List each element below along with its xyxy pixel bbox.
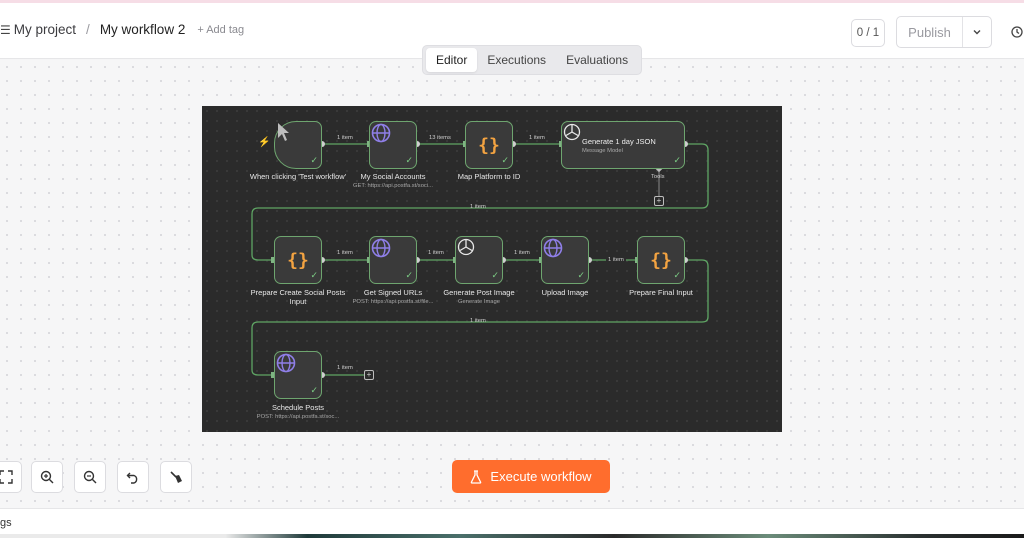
edge-label: 1 item bbox=[428, 250, 444, 256]
node-signed-urls[interactable]: ✓ bbox=[369, 236, 417, 284]
node-generate-json[interactable]: Generate 1 day JSON Message Model ✓ bbox=[561, 121, 685, 169]
publish-button[interactable]: Publish bbox=[897, 17, 963, 47]
code-braces-icon: {} bbox=[650, 249, 672, 271]
globe-icon bbox=[371, 238, 391, 258]
node-map-platform[interactable]: {} ✓ bbox=[465, 121, 513, 169]
code-braces-icon: {} bbox=[478, 134, 500, 156]
check-icon: ✓ bbox=[501, 155, 509, 165]
background-strip bbox=[0, 534, 1024, 538]
edge-label: 1 item bbox=[514, 250, 530, 256]
tidy-up-button[interactable] bbox=[160, 461, 192, 493]
check-icon: ✓ bbox=[405, 270, 413, 280]
workflow-name[interactable]: My workflow 2 bbox=[100, 22, 186, 37]
node-label: My Social Accounts bbox=[360, 172, 426, 181]
node-generate-image[interactable]: ✓ bbox=[455, 236, 503, 284]
globe-icon bbox=[371, 123, 391, 143]
layers-icon: ☰ bbox=[0, 22, 11, 37]
tab-evaluations[interactable]: Evaluations bbox=[556, 48, 638, 72]
breadcrumb-separator: / bbox=[86, 22, 90, 37]
edge-label: 1 item bbox=[529, 135, 545, 141]
node-prepare-create[interactable]: {} ✓ bbox=[274, 236, 322, 284]
lightning-icon: ⚡ bbox=[258, 137, 271, 148]
add-tag-button[interactable]: + Add tag bbox=[197, 24, 244, 36]
tab-executions[interactable]: Executions bbox=[477, 48, 556, 72]
check-icon: ✓ bbox=[491, 270, 499, 280]
edge-label: 1 item bbox=[337, 365, 353, 371]
logs-label: gs bbox=[0, 517, 12, 529]
node-prepare-final[interactable]: {} ✓ bbox=[637, 236, 685, 284]
check-icon: ✓ bbox=[673, 155, 681, 165]
code-braces-icon: {} bbox=[287, 249, 309, 271]
node-title: Generate 1 day JSON bbox=[582, 136, 656, 146]
node-subtitle: POST: https://api.postfa.st/soc... bbox=[256, 414, 340, 420]
openai-icon bbox=[457, 238, 475, 256]
edge-label: 1 item bbox=[337, 250, 353, 256]
view-tabs: Editor Executions Evaluations bbox=[422, 45, 642, 75]
node-label: Upload Image bbox=[541, 288, 589, 297]
node-subtitle: Message Model bbox=[582, 147, 623, 154]
workflow-image: ⚡ ✓ When clicking 'Test workflow' 1 item… bbox=[202, 106, 782, 432]
node-label: Map Platform to ID bbox=[457, 172, 521, 181]
project-link[interactable]: My project bbox=[14, 22, 76, 37]
tab-editor[interactable]: Editor bbox=[426, 48, 478, 72]
check-icon: ✓ bbox=[310, 270, 318, 280]
edge-label: 1 item bbox=[470, 318, 486, 324]
publish-button-group: Publish bbox=[896, 16, 992, 48]
history-icon[interactable] bbox=[1010, 25, 1024, 39]
globe-icon bbox=[543, 238, 563, 258]
reset-zoom-button[interactable] bbox=[117, 461, 149, 493]
tools-label: Tools bbox=[651, 174, 665, 180]
node-trigger[interactable]: ✓ bbox=[274, 121, 322, 169]
node-subtitle: GET: https://api.postfa.st/soci... bbox=[353, 183, 433, 189]
version-counter: 0 / 1 bbox=[851, 19, 885, 47]
breadcrumb: ☰ My project / My workflow 2 + Add tag bbox=[0, 22, 244, 37]
undo-icon bbox=[126, 472, 138, 484]
node-label: When clicking 'Test workflow' bbox=[249, 172, 347, 181]
edge-label: 1 item bbox=[337, 135, 353, 141]
node-subtitle: Generate Image bbox=[458, 299, 500, 305]
check-icon: ✓ bbox=[577, 270, 585, 280]
zoom-in-icon bbox=[40, 470, 54, 484]
add-tool-button[interactable]: + bbox=[654, 196, 664, 206]
execute-workflow-button[interactable]: Execute workflow bbox=[452, 460, 610, 493]
zoom-in-button[interactable] bbox=[31, 461, 63, 493]
check-icon: ✓ bbox=[405, 155, 413, 165]
check-icon: ✓ bbox=[310, 155, 318, 165]
node-upload-image[interactable]: ✓ bbox=[541, 236, 589, 284]
fit-view-icon bbox=[0, 470, 13, 484]
edge-label: 1 item bbox=[606, 257, 626, 263]
cursor-icon bbox=[278, 123, 289, 141]
fit-view-button[interactable] bbox=[0, 461, 22, 493]
publish-options-button[interactable] bbox=[963, 17, 991, 47]
globe-icon bbox=[276, 353, 296, 373]
check-icon: ✓ bbox=[673, 270, 681, 280]
zoom-out-button[interactable] bbox=[74, 461, 106, 493]
add-node-button[interactable]: + bbox=[364, 370, 374, 380]
chevron-down-icon bbox=[973, 30, 981, 35]
edge-label: 1 item bbox=[470, 204, 486, 210]
edge-label: 13 items bbox=[429, 135, 451, 141]
execute-label: Execute workflow bbox=[490, 469, 592, 484]
node-social-accounts[interactable]: ✓ bbox=[369, 121, 417, 169]
flask-icon bbox=[471, 469, 482, 484]
openai-icon bbox=[563, 123, 581, 141]
zoom-out-icon bbox=[83, 470, 97, 484]
broom-icon bbox=[170, 471, 182, 483]
node-schedule-posts[interactable]: ✓ bbox=[274, 351, 322, 399]
node-label: Prepare Final Input bbox=[629, 288, 693, 297]
check-icon: ✓ bbox=[310, 385, 318, 395]
node-label: Schedule Posts bbox=[271, 403, 325, 412]
